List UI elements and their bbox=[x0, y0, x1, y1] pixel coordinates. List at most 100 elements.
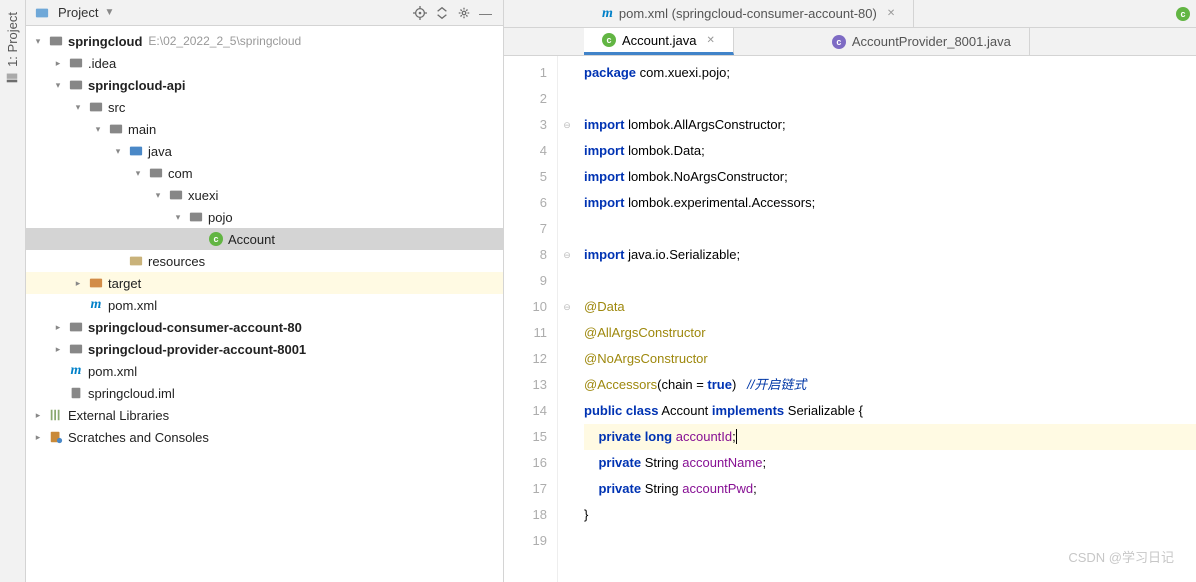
close-icon[interactable]: ✕ bbox=[706, 35, 714, 46]
settings-gear-icon[interactable] bbox=[457, 6, 471, 20]
project-panel: Project ▼ — ▾ springcloud E:\02_2022_2_5… bbox=[26, 0, 504, 582]
chevron-down-icon[interactable]: ▼ bbox=[104, 7, 114, 18]
tree-label: com bbox=[168, 166, 193, 181]
chevron-down-icon[interactable]: ▾ bbox=[52, 80, 64, 91]
scratches-icon bbox=[48, 429, 64, 445]
fold-icon[interactable]: ⊖ bbox=[558, 242, 576, 268]
tree-item-provider[interactable]: ▸ springcloud-provider-account-8001 bbox=[26, 338, 503, 360]
chevron-down-icon[interactable]: ▾ bbox=[92, 124, 104, 135]
tab-pom-consumer[interactable]: m pom.xml (springcloud-consumer-account-… bbox=[584, 0, 914, 27]
line-number: 9 bbox=[504, 268, 547, 294]
tree-item-target[interactable]: ▸ target bbox=[26, 272, 503, 294]
chevron-right-icon[interactable]: ▸ bbox=[32, 410, 44, 421]
tree-label: pom.xml bbox=[108, 298, 157, 313]
tree-label: pom.xml bbox=[88, 364, 137, 379]
close-icon[interactable]: ✕ bbox=[887, 8, 895, 19]
line-number: 16 bbox=[504, 450, 547, 476]
maven-icon: m bbox=[68, 363, 84, 379]
tree-item-api[interactable]: ▾ springcloud-api bbox=[26, 74, 503, 96]
tree-item-main[interactable]: ▾ main bbox=[26, 118, 503, 140]
locate-icon[interactable] bbox=[413, 6, 427, 20]
editor-area: m pom.xml (springcloud-consumer-account-… bbox=[504, 0, 1196, 582]
line-number: 7 bbox=[504, 216, 547, 242]
chevron-right-icon[interactable]: ▸ bbox=[52, 322, 64, 333]
tree-root-path: E:\02_2022_2_5\springcloud bbox=[148, 34, 301, 48]
line-number: 5 bbox=[504, 164, 547, 190]
project-tree[interactable]: ▾ springcloud E:\02_2022_2_5\springcloud… bbox=[26, 26, 503, 582]
chevron-down-icon[interactable]: ▾ bbox=[112, 146, 124, 157]
chevron-down-icon[interactable]: ▾ bbox=[132, 168, 144, 179]
tree-item-iml[interactable]: springcloud.iml bbox=[26, 382, 503, 404]
project-tool-label: 1: Project bbox=[5, 12, 20, 67]
project-tool-button[interactable]: 1: Project bbox=[5, 12, 20, 85]
line-number: 6 bbox=[504, 190, 547, 216]
chevron-right-icon[interactable]: ▸ bbox=[32, 432, 44, 443]
tab-account-java[interactable]: c Account.java ✕ bbox=[584, 28, 734, 55]
module-icon bbox=[48, 33, 64, 49]
tree-item-resources[interactable]: resources bbox=[26, 250, 503, 272]
tree-item-java[interactable]: ▾ java bbox=[26, 140, 503, 162]
line-number: 15 bbox=[504, 424, 547, 450]
line-number: 4 bbox=[504, 138, 547, 164]
tree-root[interactable]: ▾ springcloud E:\02_2022_2_5\springcloud bbox=[26, 30, 503, 52]
line-number: 19 bbox=[504, 528, 547, 554]
tab-account-provider[interactable]: c AccountProvider_8001.java bbox=[814, 28, 1030, 55]
package-icon bbox=[188, 209, 204, 225]
line-number: 1 bbox=[504, 60, 547, 86]
libraries-icon bbox=[48, 407, 64, 423]
line-number: 12 bbox=[504, 346, 547, 372]
tree-item-root-pom[interactable]: m pom.xml bbox=[26, 360, 503, 382]
tree-label: java bbox=[148, 144, 172, 159]
line-number: 14 bbox=[504, 398, 547, 424]
tree-label: .idea bbox=[88, 56, 116, 71]
tree-item-idea[interactable]: ▸ .idea bbox=[26, 52, 503, 74]
tree-label: src bbox=[108, 100, 125, 115]
tree-item-scratches[interactable]: ▸ Scratches and Consoles bbox=[26, 426, 503, 448]
line-number: 17 bbox=[504, 476, 547, 502]
tree-item-account-class[interactable]: c Account bbox=[26, 228, 503, 250]
expand-all-icon[interactable] bbox=[435, 6, 449, 20]
fold-gutter: ⊖ ⊖ ⊖ bbox=[558, 56, 576, 582]
chevron-down-icon[interactable]: ▾ bbox=[32, 36, 44, 47]
code-content[interactable]: package com.xuexi.pojo; import lombok.Al… bbox=[576, 56, 1196, 582]
excluded-folder-icon bbox=[88, 275, 104, 291]
fold-icon[interactable]: ⊖ bbox=[558, 112, 576, 138]
tree-item-xuexi[interactable]: ▾ xuexi bbox=[26, 184, 503, 206]
source-folder-icon bbox=[128, 143, 144, 159]
chevron-down-icon[interactable]: ▾ bbox=[172, 212, 184, 223]
maven-icon: m bbox=[88, 297, 104, 313]
fold-icon[interactable]: ⊖ bbox=[558, 294, 576, 320]
tree-item-consumer[interactable]: ▸ springcloud-consumer-account-80 bbox=[26, 316, 503, 338]
watermark: CSDN @学习日记 bbox=[1068, 547, 1174, 566]
code-editor[interactable]: 1 2 3 4 5 6 7 8 9 10 11 12 13 14 15 16 1… bbox=[504, 56, 1196, 582]
chevron-down-icon[interactable]: ▾ bbox=[72, 102, 84, 113]
java-class-icon[interactable]: c bbox=[1176, 7, 1190, 21]
tree-item-api-pom[interactable]: m pom.xml bbox=[26, 294, 503, 316]
tool-window-bar: 1: Project bbox=[0, 0, 26, 582]
tab-label: Account.java bbox=[622, 33, 696, 48]
tree-item-com[interactable]: ▾ com bbox=[26, 162, 503, 184]
chevron-right-icon[interactable]: ▸ bbox=[72, 278, 84, 289]
project-panel-header: Project ▼ — bbox=[26, 0, 503, 26]
tab-label: pom.xml (springcloud-consumer-account-80… bbox=[619, 6, 877, 21]
chevron-right-icon[interactable]: ▸ bbox=[52, 344, 64, 355]
editor-tabs-top: m pom.xml (springcloud-consumer-account-… bbox=[504, 0, 1196, 28]
tree-label: springcloud-consumer-account-80 bbox=[88, 320, 302, 335]
java-class-icon: c bbox=[832, 35, 846, 49]
folder-icon bbox=[108, 121, 124, 137]
project-view-title[interactable]: Project bbox=[58, 5, 98, 20]
chevron-down-icon[interactable]: ▾ bbox=[152, 190, 164, 201]
tree-root-label: springcloud bbox=[68, 34, 142, 49]
package-icon bbox=[168, 187, 184, 203]
chevron-right-icon[interactable]: ▸ bbox=[52, 58, 64, 69]
tab-label: AccountProvider_8001.java bbox=[852, 34, 1011, 49]
tree-item-pojo[interactable]: ▾ pojo bbox=[26, 206, 503, 228]
tree-label: xuexi bbox=[188, 188, 218, 203]
hide-icon[interactable]: — bbox=[479, 6, 493, 20]
folder-icon bbox=[68, 55, 84, 71]
tree-item-src[interactable]: ▾ src bbox=[26, 96, 503, 118]
editor-tabs-bottom: c Account.java ✕ c AccountProvider_8001.… bbox=[504, 28, 1196, 56]
line-number: 3 bbox=[504, 112, 547, 138]
tree-item-ext-libs[interactable]: ▸ External Libraries bbox=[26, 404, 503, 426]
tree-label: Account bbox=[228, 232, 275, 247]
